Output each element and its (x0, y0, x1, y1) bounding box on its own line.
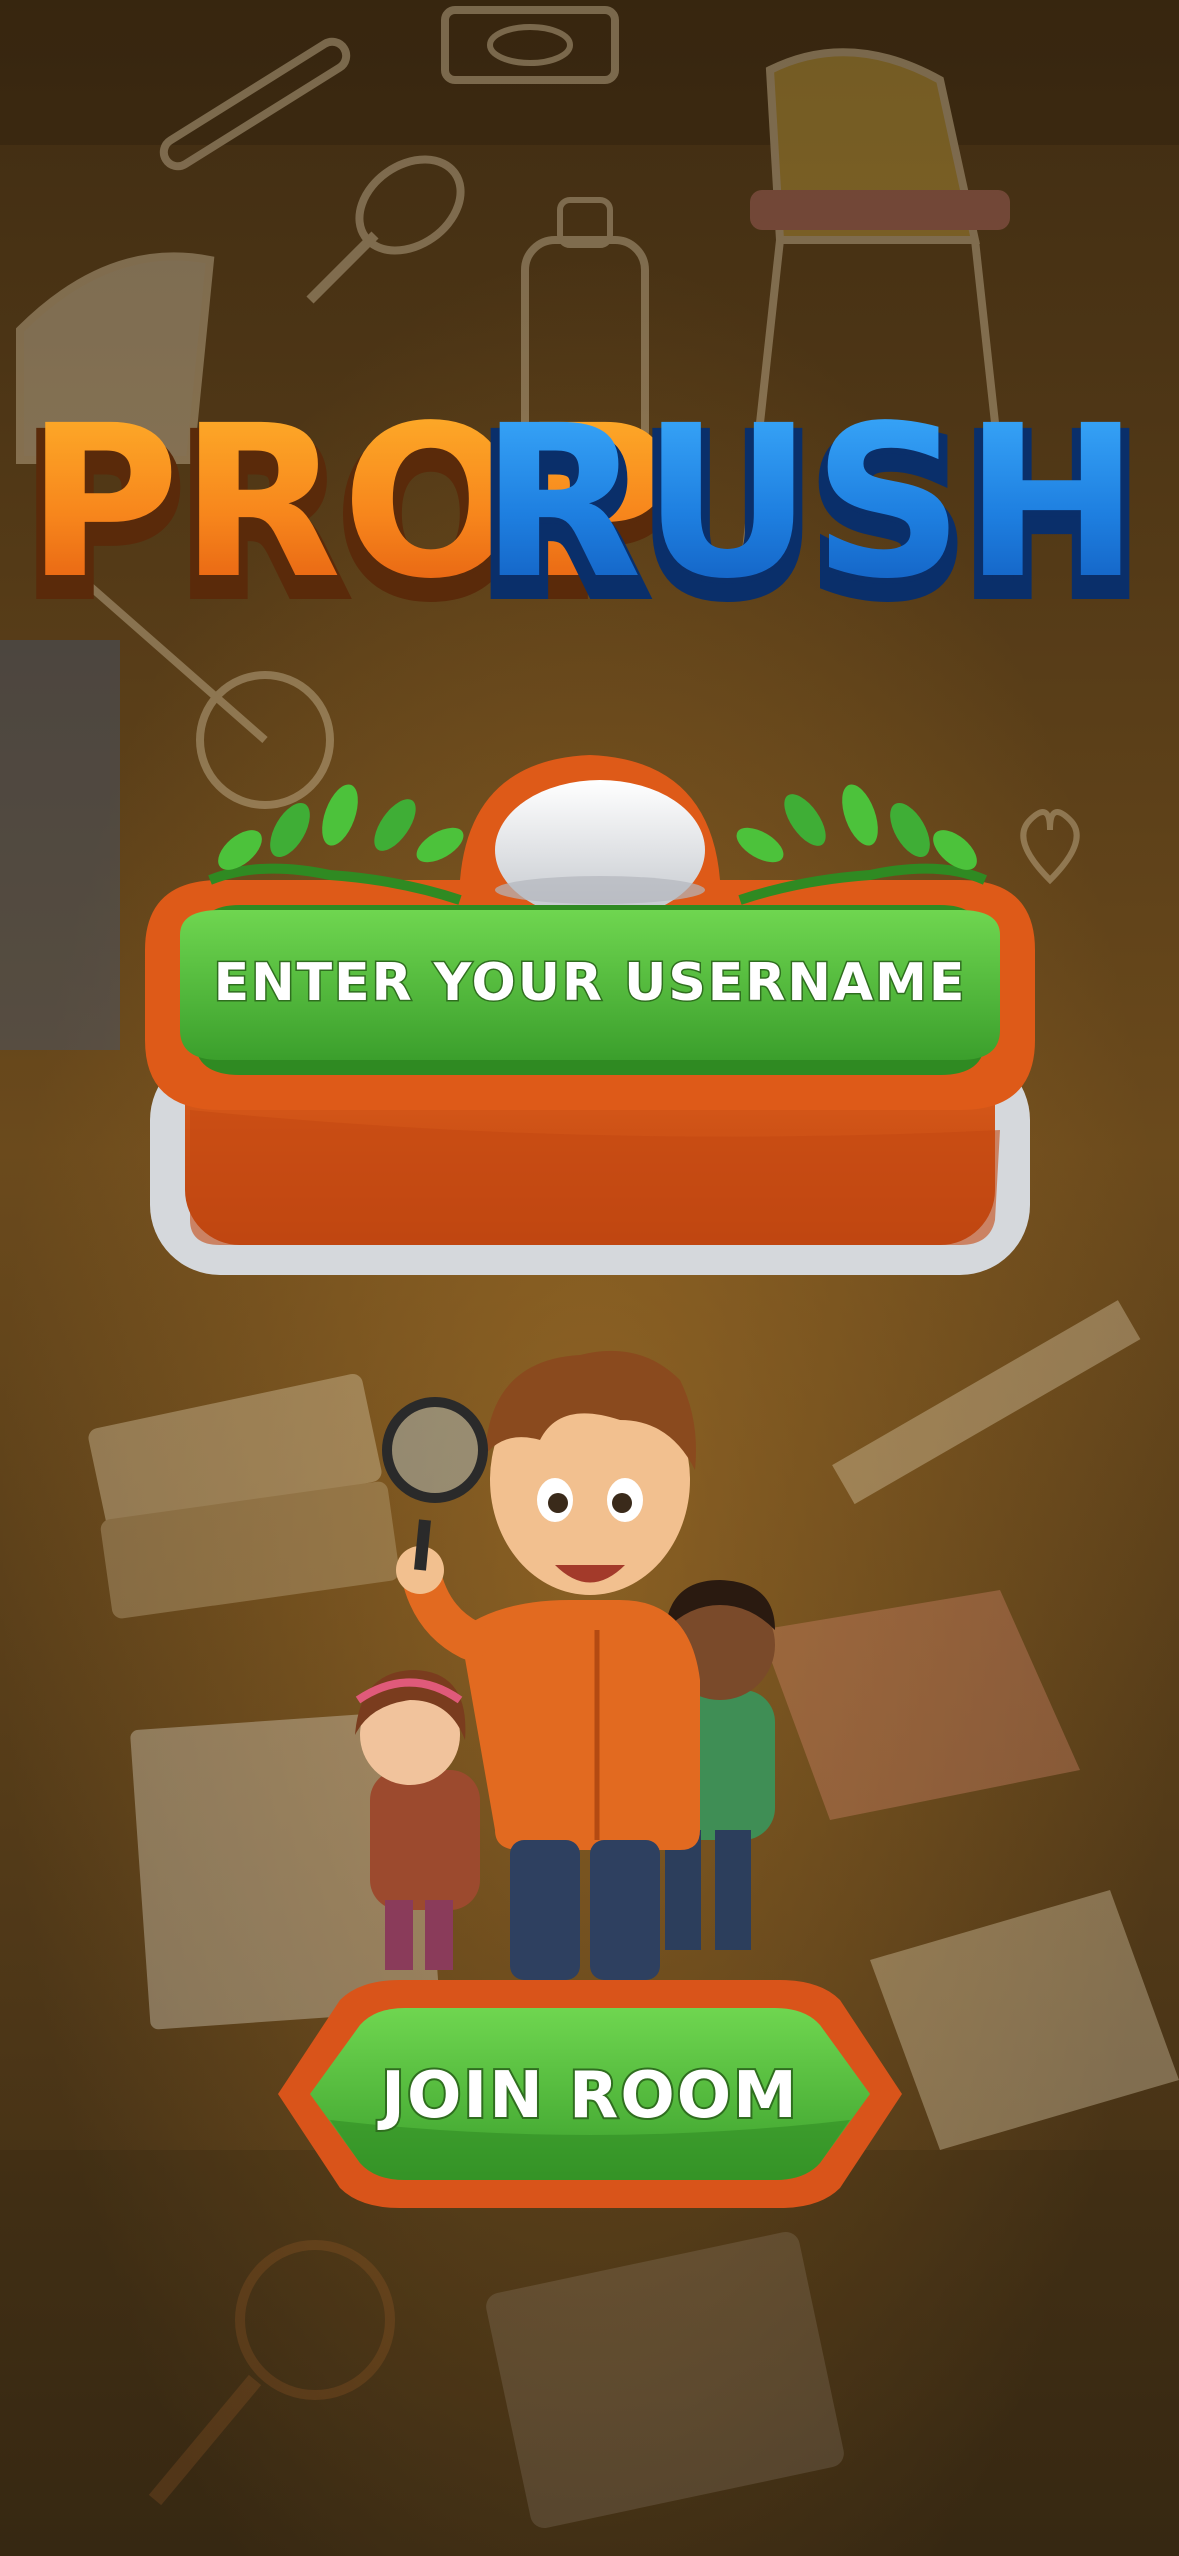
username-panel: ENTER YOUR USERNAME (145, 755, 1035, 1275)
join-room-button[interactable]: JOIN ROOM (278, 1980, 902, 2208)
username-input[interactable]: ENTER YOUR USERNAME (180, 905, 1000, 1075)
join-room-label: JOIN ROOM (377, 2059, 799, 2133)
game-screen: PROP PROP RUSH RUSH ENTER YOUR USERNAME … (0, 0, 1179, 2556)
username-placeholder: ENTER YOUR USERNAME (214, 953, 967, 1013)
logo-part2: RUSH (480, 380, 1139, 625)
poster (0, 640, 120, 1050)
dome-base (495, 876, 705, 904)
floor (0, 2150, 1179, 2556)
top-shelf (0, 0, 1179, 145)
game-logo: PROP PROP RUSH RUSH (17, 380, 1149, 649)
